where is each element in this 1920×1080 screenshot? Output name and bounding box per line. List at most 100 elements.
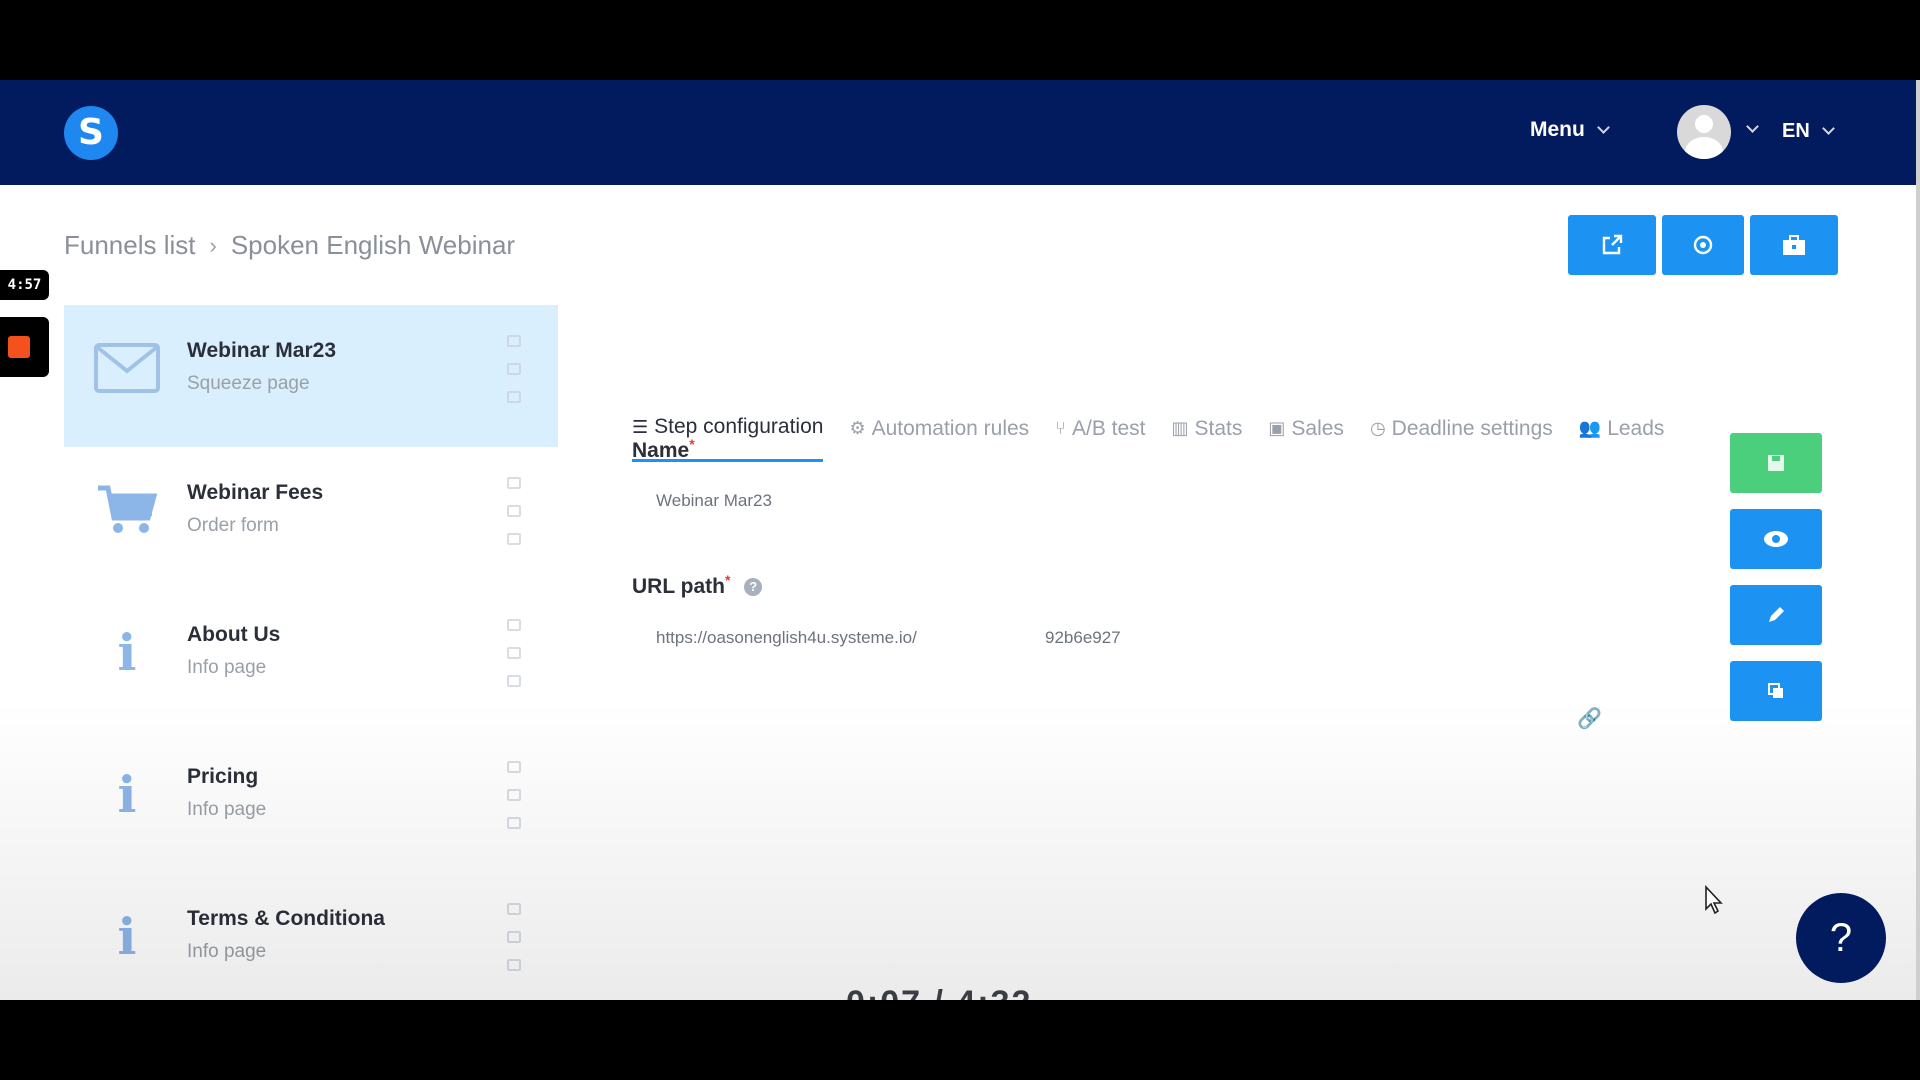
edit-icon[interactable] bbox=[507, 363, 521, 375]
tab-deadline-settings[interactable]: ◷ Deadline settings bbox=[1370, 415, 1553, 462]
external-link-icon bbox=[1602, 234, 1623, 255]
page-scrollbar[interactable] bbox=[1916, 80, 1920, 1000]
gear-icon bbox=[1693, 235, 1713, 255]
edit-icon[interactable] bbox=[507, 931, 521, 943]
breadcrumb-current: Spoken English Webinar bbox=[230, 230, 516, 260]
info-icon: i bbox=[117, 764, 137, 824]
list-icon: ☰ bbox=[632, 416, 649, 437]
duplicate-button[interactable] bbox=[1730, 661, 1822, 721]
chevron-right-icon: › bbox=[209, 232, 217, 258]
recording-timer: 4:57 bbox=[0, 270, 49, 300]
step-item[interactable]: Webinar Fees Order form bbox=[64, 447, 558, 589]
trash-icon[interactable] bbox=[507, 675, 521, 687]
tab-label: Leads bbox=[1607, 416, 1665, 440]
language-dropdown[interactable]: EN bbox=[1782, 120, 1835, 143]
url-slug-input[interactable]: 92b6e927 bbox=[1045, 628, 1121, 648]
step-subtitle: Squeeze page bbox=[187, 373, 310, 394]
users-icon: 👥 bbox=[1578, 418, 1602, 438]
tab-sales[interactable]: ▣ Sales bbox=[1268, 415, 1344, 462]
split-icon: ⑂ bbox=[1055, 418, 1066, 438]
chevron-down-icon bbox=[1596, 120, 1610, 134]
funnel-actions bbox=[1568, 215, 1838, 275]
step-actions bbox=[507, 619, 521, 687]
mouse-pointer-icon bbox=[1705, 885, 1723, 915]
tab-label: Deadline settings bbox=[1391, 416, 1553, 440]
url-base-text: https://oasonenglish4u.systeme.io/ bbox=[656, 628, 917, 647]
step-subtitle: Info page bbox=[187, 799, 267, 820]
tab-label: Sales bbox=[1291, 416, 1344, 440]
envelope-icon bbox=[92, 337, 162, 399]
step-item[interactable]: i Terms & Conditiona Info page bbox=[64, 873, 558, 1000]
menu-dropdown[interactable]: Menu bbox=[1530, 118, 1610, 142]
save-button[interactable] bbox=[1730, 433, 1822, 493]
briefcase-icon bbox=[1783, 235, 1805, 255]
copy-icon[interactable] bbox=[507, 335, 521, 347]
url-path-label: URL path* ? bbox=[632, 572, 763, 599]
gears-icon: ⚙ bbox=[849, 418, 866, 438]
copy-icon[interactable] bbox=[507, 619, 521, 631]
tab-stats[interactable]: ▥ Stats bbox=[1172, 415, 1243, 462]
systeme-logo[interactable]: S bbox=[64, 106, 118, 160]
info-icon: i bbox=[117, 906, 137, 966]
trash-icon[interactable] bbox=[507, 533, 521, 545]
question-circle-icon[interactable]: ? bbox=[744, 578, 763, 597]
breadcrumb-funnels-list[interactable]: Funnels list bbox=[64, 230, 196, 261]
edit-icon[interactable] bbox=[507, 789, 521, 801]
step-item[interactable]: i About Us Info page bbox=[64, 589, 558, 731]
funnel-settings-button[interactable] bbox=[1662, 215, 1744, 275]
tab-leads[interactable]: 👥 Leads bbox=[1579, 415, 1665, 462]
trash-icon[interactable] bbox=[507, 391, 521, 403]
trash-icon[interactable] bbox=[507, 817, 521, 829]
eye-icon bbox=[1764, 531, 1788, 547]
top-navbar: S Menu EN bbox=[0, 80, 1916, 185]
stop-icon bbox=[8, 336, 30, 358]
tab-label: A/B test bbox=[1071, 416, 1146, 440]
step-actions bbox=[507, 903, 521, 971]
money-icon: ▣ bbox=[1268, 418, 1286, 438]
tab-automation-rules[interactable]: ⚙ Automation rules bbox=[849, 415, 1029, 462]
edit-icon[interactable] bbox=[507, 505, 521, 517]
step-title: Webinar Mar23 bbox=[187, 339, 336, 362]
copy-icon bbox=[1768, 683, 1783, 698]
step-actions bbox=[507, 335, 521, 403]
step-item[interactable]: i Pricing Info page bbox=[64, 731, 558, 873]
step-side-actions bbox=[1730, 433, 1822, 721]
funnel-marketplace-button[interactable] bbox=[1750, 215, 1838, 275]
step-item[interactable]: Webinar Mar23 Squeeze page bbox=[64, 305, 558, 447]
chevron-down-icon[interactable] bbox=[1746, 120, 1759, 133]
name-label: Name* bbox=[632, 436, 695, 462]
link-icon[interactable]: 🔗 bbox=[1577, 706, 1602, 731]
step-subtitle: Info page bbox=[187, 657, 267, 678]
info-icon: i bbox=[117, 622, 137, 682]
menu-label: Menu bbox=[1530, 118, 1585, 141]
stop-recording-button[interactable] bbox=[0, 317, 49, 377]
step-title: Webinar Fees bbox=[187, 481, 324, 504]
step-title: Pricing bbox=[187, 765, 259, 788]
video-timestamp: 0:07 / 4:32 bbox=[846, 984, 1032, 1000]
step-subtitle: Info page bbox=[187, 941, 267, 962]
edit-icon[interactable] bbox=[507, 647, 521, 659]
help-button[interactable]: ? bbox=[1796, 893, 1886, 983]
avatar[interactable] bbox=[1677, 105, 1731, 159]
trash-icon[interactable] bbox=[507, 959, 521, 971]
step-tabs: ☰ Step configuration ⚙ Automation rules … bbox=[632, 415, 1664, 462]
chevron-down-icon bbox=[1821, 122, 1835, 135]
name-input[interactable]: Webinar Mar23 bbox=[656, 491, 772, 511]
tab-ab-test[interactable]: ⑂ A/B test bbox=[1055, 415, 1145, 462]
copy-icon[interactable] bbox=[507, 903, 521, 915]
tab-label: Stats bbox=[1194, 416, 1243, 440]
cart-icon bbox=[92, 479, 162, 541]
copy-icon[interactable] bbox=[507, 761, 521, 773]
funnel-steps-list: Webinar Mar23 Squeeze page Webinar Fees … bbox=[64, 305, 558, 1000]
clock-icon: ◷ bbox=[1369, 418, 1386, 438]
preview-button[interactable] bbox=[1730, 509, 1822, 569]
step-title: Terms & Conditiona bbox=[187, 907, 385, 930]
tab-label: Automation rules bbox=[871, 416, 1030, 440]
pencil-icon bbox=[1769, 607, 1784, 622]
edit-page-button[interactable] bbox=[1730, 585, 1822, 645]
copy-icon[interactable] bbox=[507, 477, 521, 489]
language-label: EN bbox=[1782, 120, 1810, 142]
open-funnel-button[interactable] bbox=[1568, 215, 1656, 275]
step-actions bbox=[507, 761, 521, 829]
app-frame: S Menu EN Funnels list › Spoken English … bbox=[0, 80, 1916, 1000]
